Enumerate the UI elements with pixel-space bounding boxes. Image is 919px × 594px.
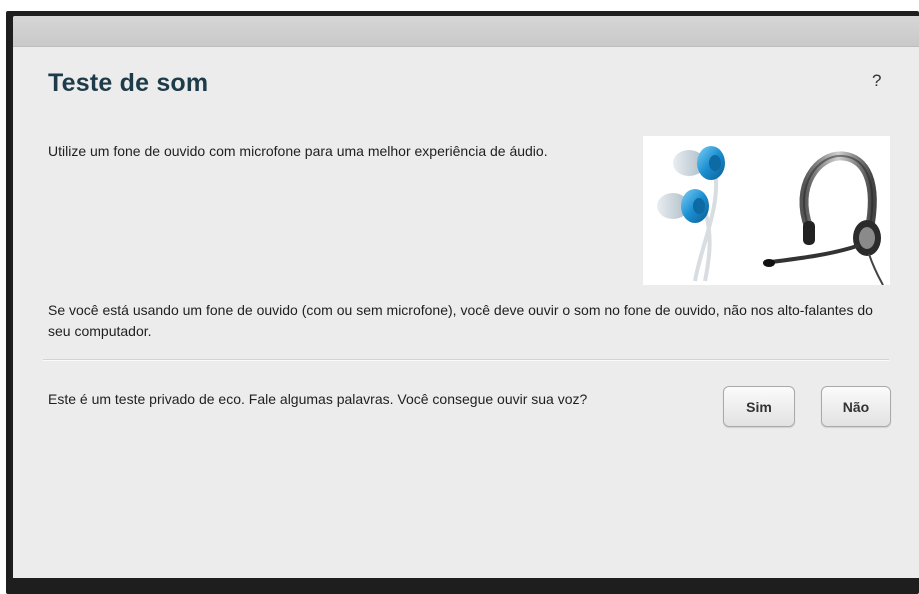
- intro-text: Utilize um fone de ouvido com microfone …: [48, 143, 548, 159]
- divider: [43, 359, 889, 361]
- headset-instructions-text: Se você está usando um fone de ouvido (c…: [48, 302, 873, 339]
- dialog-titlebar[interactable]: [13, 16, 919, 47]
- sound-test-dialog: Teste de som ? Utilize um fone de ouvido…: [13, 16, 919, 578]
- page-title: Teste de som: [48, 69, 209, 97]
- earbuds-and-headset-icon: [643, 136, 890, 286]
- echo-test-question: Este é um teste privado de eco. Fale alg…: [48, 391, 588, 407]
- help-icon[interactable]: ?: [872, 71, 881, 91]
- dialog-content: Teste de som ? Utilize um fone de ouvido…: [13, 47, 919, 578]
- yes-button[interactable]: Sim: [723, 386, 795, 427]
- no-button[interactable]: Não: [821, 386, 891, 427]
- screen: Teste de som ? Utilize um fone de ouvido…: [0, 0, 919, 594]
